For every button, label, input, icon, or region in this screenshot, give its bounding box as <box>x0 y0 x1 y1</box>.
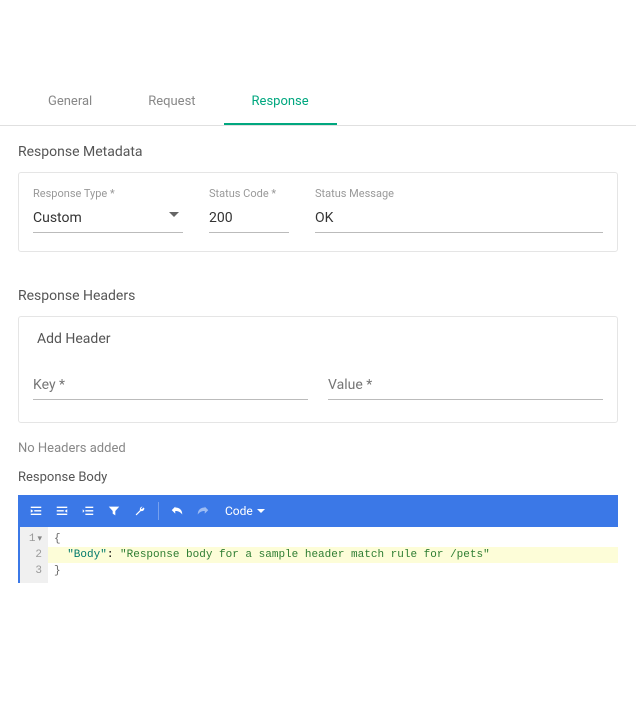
status-code-field: Status Code * <box>209 187 289 233</box>
editor-toolbar: Code <box>18 495 618 527</box>
response-headers-title: Response Headers <box>0 270 636 316</box>
status-message-label: Status Message <box>315 187 603 200</box>
response-type-value: Custom <box>33 206 183 233</box>
tab-response[interactable]: Response <box>224 80 337 125</box>
code-mode-dropdown[interactable]: Code <box>225 504 265 518</box>
header-value-input[interactable] <box>328 373 603 400</box>
chevron-down-icon <box>257 509 265 513</box>
tab-request[interactable]: Request <box>120 80 223 125</box>
code-mode-label: Code <box>225 504 253 518</box>
add-header-label: Add Header <box>33 331 603 347</box>
status-code-label: Status Code * <box>209 187 289 200</box>
chevron-down-icon <box>169 212 179 217</box>
list-icon[interactable] <box>78 501 98 521</box>
code-editor: Code 1▾ 2 3 { "Body": "Response body for… <box>18 495 618 583</box>
tab-general[interactable]: General <box>20 80 120 125</box>
editor-body[interactable]: 1▾ 2 3 { "Body": "Response body for a sa… <box>18 527 618 583</box>
status-code-input[interactable] <box>209 206 289 233</box>
response-headers-panel: Add Header <box>18 316 618 423</box>
toolbar-separator <box>158 502 159 520</box>
status-message-field: Status Message <box>315 187 603 233</box>
indent-right-icon[interactable] <box>26 501 46 521</box>
response-type-field: Response Type * Custom <box>33 187 183 233</box>
tabs-bar: General Request Response <box>0 80 636 126</box>
no-headers-text: No Headers added <box>0 441 636 470</box>
header-key-input[interactable] <box>33 373 308 400</box>
wrench-icon[interactable] <box>130 501 150 521</box>
response-type-label: Response Type * <box>33 187 183 200</box>
filter-icon[interactable] <box>104 501 124 521</box>
response-metadata-panel: Response Type * Custom Status Code * Sta… <box>18 172 618 252</box>
indent-left-icon[interactable] <box>52 501 72 521</box>
status-message-input[interactable] <box>315 206 603 233</box>
response-metadata-title: Response Metadata <box>0 126 636 172</box>
redo-icon[interactable] <box>193 501 213 521</box>
code-lines[interactable]: { "Body": "Response body for a sample he… <box>48 527 618 583</box>
undo-icon[interactable] <box>167 501 187 521</box>
line-gutter: 1▾ 2 3 <box>20 527 48 583</box>
response-body-title: Response Body <box>0 470 636 495</box>
fold-icon[interactable]: ▾ <box>37 531 42 547</box>
response-type-select[interactable]: Custom <box>33 206 183 233</box>
